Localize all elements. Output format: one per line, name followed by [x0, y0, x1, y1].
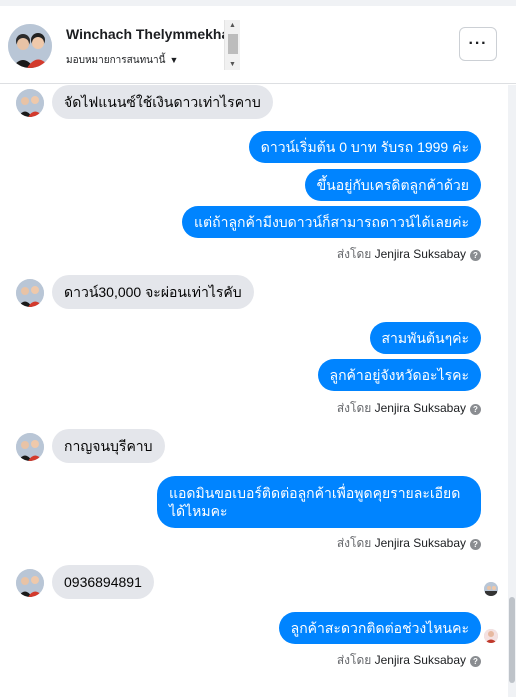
header-scroll-thumb[interactable]: [228, 34, 238, 54]
contact-avatar-small: [16, 279, 44, 307]
sent-by-prefix: ส่งโดย: [336, 401, 372, 415]
sent-by-agent[interactable]: Jenjira Suksabay: [375, 401, 466, 415]
sent-by-label: ส่งโดย Jenjira Suksabay?: [337, 245, 481, 264]
outgoing-message: ขึ้นอยู่กับเครดิตลูกค้าด้วย: [304, 169, 481, 201]
help-icon[interactable]: ?: [470, 250, 481, 261]
outgoing-message: ดาวน์เริ่มต้น 0 บาท รับรถ 1999 ค่ะ: [248, 131, 481, 163]
outgoing-message: สามพันต้นๆค่ะ: [369, 322, 481, 354]
outgoing-message: ลูกค้าสะดวกติดต่อช่วงไหนคะ: [278, 612, 481, 644]
incoming-message: กาญจนบุรีคาบ: [52, 429, 165, 463]
outgoing-message: แอดมินขอเบอร์ติดต่อลูกค้าเพื่อพูดคุยรายล…: [157, 476, 481, 528]
agent-seen-avatar: [484, 629, 498, 643]
help-icon[interactable]: ?: [470, 656, 481, 667]
incoming-message: จัดไฟแนนซ์ใช้เงินดาวเท่าไรคาบ: [52, 85, 273, 119]
scroll-up-arrow-icon[interactable]: ▲: [229, 22, 236, 29]
sent-by-label: ส่งโดย Jenjira Suksabay?: [337, 534, 481, 553]
incoming-message: 0936894891: [52, 565, 154, 599]
sent-by-prefix: ส่งโดย: [336, 247, 372, 261]
sent-by-agent[interactable]: Jenjira Suksabay: [375, 653, 466, 667]
more-options-button[interactable]: ···: [459, 27, 497, 61]
sent-by-agent[interactable]: Jenjira Suksabay: [375, 536, 466, 550]
help-icon[interactable]: ?: [470, 404, 481, 415]
sent-by-agent[interactable]: Jenjira Suksabay: [375, 247, 466, 261]
sent-by-label: ส่งโดย Jenjira Suksabay?: [337, 651, 481, 670]
sent-by-label: ส่งโดย Jenjira Suksabay?: [337, 399, 481, 418]
sent-by-prefix: ส่งโดย: [336, 653, 372, 667]
contact-avatar[interactable]: [8, 24, 52, 68]
ellipsis-icon: ···: [468, 35, 488, 52]
scroll-down-arrow-icon[interactable]: ▼: [229, 61, 236, 68]
contact-avatar-small: [16, 569, 44, 597]
thread-scroll-thumb[interactable]: [509, 597, 515, 683]
header-scrollbar[interactable]: ▲ ▼: [224, 20, 240, 70]
contact-avatar-small: [16, 89, 44, 117]
contact-avatar-small: [16, 433, 44, 461]
seen-avatar: [484, 582, 498, 596]
outgoing-message: ลูกค้าอยู่จังหวัดอะไรคะ: [317, 359, 481, 391]
conversation-header: Winchach Thelymmekha มอบหมายการสนทนานี้ ▼…: [0, 6, 516, 84]
message-thread: จัดไฟแนนซ์ใช้เงินดาวเท่าไรคาบ ดาวน์เริ่ม…: [0, 85, 508, 697]
incoming-message: ดาวน์30,000 จะผ่อนเท่าไรคับ: [52, 275, 254, 309]
outgoing-message: แต่ถ้าลูกค้ามีงบดาวน์ก็สามารถดาวน์ได้เลย…: [181, 206, 481, 238]
caret-down-icon: ▼: [169, 55, 179, 65]
assign-label: มอบหมายการสนทนานี้: [66, 55, 166, 66]
assign-conversation-dropdown[interactable]: มอบหมายการสนทนานี้ ▼: [66, 53, 178, 68]
contact-name[interactable]: Winchach Thelymmekha: [66, 26, 226, 42]
help-icon[interactable]: ?: [470, 539, 481, 550]
sent-by-prefix: ส่งโดย: [336, 536, 372, 550]
thread-scrollbar[interactable]: [508, 85, 516, 697]
